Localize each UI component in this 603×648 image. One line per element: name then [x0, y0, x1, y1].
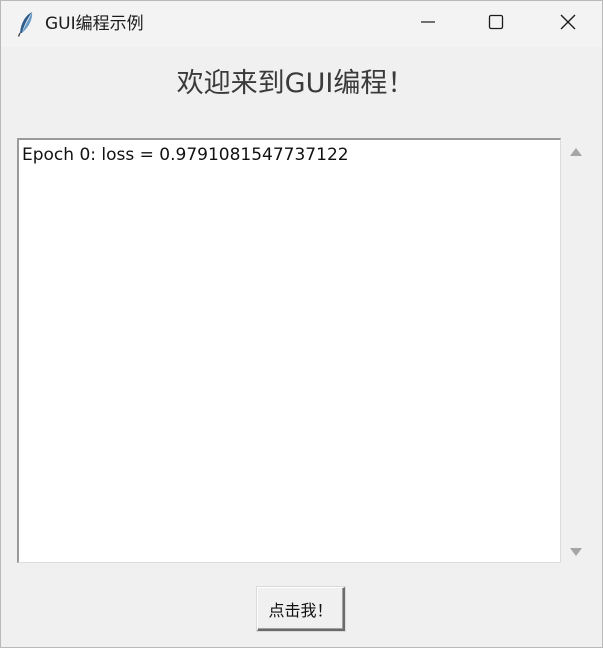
close-button[interactable]: [534, 1, 602, 47]
scroll-down-arrow-icon[interactable]: [570, 548, 582, 556]
maximize-icon: [488, 14, 504, 34]
feather-icon: [17, 11, 35, 37]
output-textbox[interactable]: Epoch 0: loss = 0.9791081547737122: [17, 138, 561, 563]
vertical-scrollbar[interactable]: [564, 138, 588, 563]
title-bar[interactable]: GUI编程示例: [1, 1, 602, 47]
maximize-button[interactable]: [462, 1, 530, 47]
welcome-heading: 欢迎来到GUI编程！: [176, 68, 415, 99]
minimize-icon: [420, 14, 436, 34]
minimize-button[interactable]: [394, 1, 462, 47]
scroll-up-arrow-icon[interactable]: [570, 148, 582, 156]
text-line: Epoch 0: loss = 0.9791081547737122: [22, 145, 349, 165]
close-icon: [559, 13, 577, 35]
window-title: GUI编程示例: [45, 14, 144, 34]
app-window: GUI编程示例 欢迎来到GUI编程！ Epoch 0: loss = 0.979…: [0, 0, 603, 648]
click-me-button[interactable]: 点击我！: [257, 587, 345, 631]
